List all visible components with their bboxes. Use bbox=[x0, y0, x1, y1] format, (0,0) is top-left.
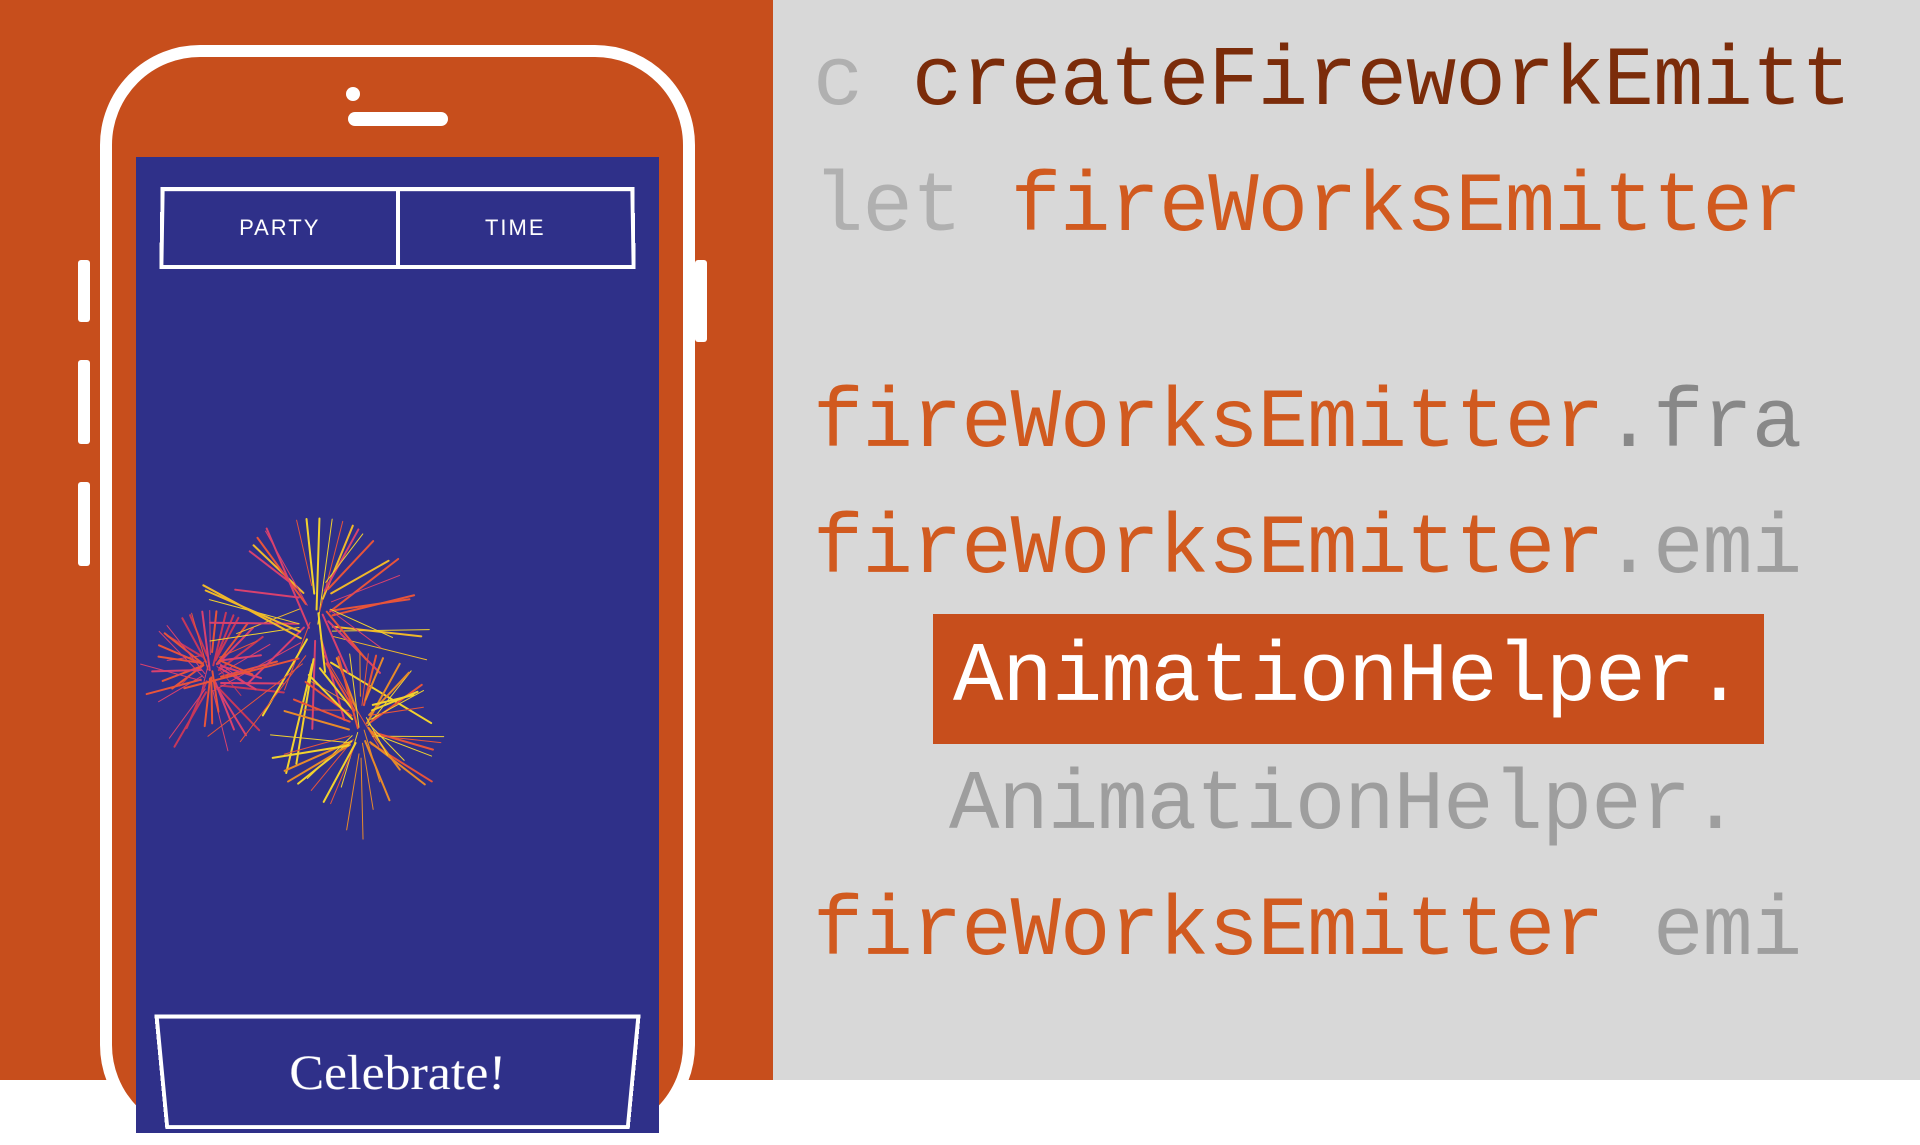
code-line-4: fireWorksEmitter.emi bbox=[813, 488, 1920, 614]
phone-frame: PARTY TIME Celebrate! bbox=[100, 45, 695, 1145]
code-line-2: let fireWorksEmitter bbox=[813, 146, 1920, 272]
code-line-1: c createFireworkEmitt bbox=[813, 20, 1920, 146]
code-line-3: fireWorksEmitter.fra bbox=[813, 362, 1920, 488]
code-token: emi bbox=[1604, 885, 1802, 980]
tab-time[interactable]: TIME bbox=[399, 191, 631, 265]
code-token: let bbox=[813, 161, 1011, 256]
volume-down bbox=[78, 482, 90, 566]
code-token: . bbox=[1690, 759, 1739, 854]
code-token: fireWorksEmitter bbox=[813, 503, 1604, 598]
celebrate-button[interactable]: Celebrate! bbox=[154, 1015, 640, 1129]
left-panel: PARTY TIME Celebrate! bbox=[0, 0, 773, 1080]
code-line-6: AnimationHelper. bbox=[813, 744, 1920, 870]
volume-up bbox=[78, 360, 90, 444]
mute-switch bbox=[78, 260, 90, 322]
code-token: fireWorksEmitter bbox=[813, 885, 1604, 980]
code-token: fireWorksEmitter bbox=[1011, 161, 1802, 256]
tab-party[interactable]: PARTY bbox=[163, 191, 399, 265]
code-token: c bbox=[813, 35, 912, 130]
phone-mockup: PARTY TIME Celebrate! bbox=[100, 45, 695, 1145]
segmented-control[interactable]: PARTY TIME bbox=[159, 187, 635, 269]
code-line-7: fireWorksEmitter emi bbox=[813, 870, 1920, 996]
phone-speaker-icon bbox=[348, 112, 448, 126]
code-token: createFireworkEmitt bbox=[912, 35, 1851, 130]
phone-side-buttons-left bbox=[78, 260, 90, 604]
code-token: fireWorksEmitter bbox=[813, 377, 1604, 472]
code-token: .fra bbox=[1604, 377, 1802, 472]
code-token: AnimationHelper bbox=[949, 759, 1690, 854]
code-line-5: AnimationHelper. bbox=[813, 614, 1920, 744]
code-highlight: AnimationHelper. bbox=[933, 614, 1764, 744]
code-panel: c createFireworkEmitt let fireWorksEmitt… bbox=[773, 0, 1920, 1080]
power-button bbox=[695, 260, 707, 342]
phone-camera-icon bbox=[346, 87, 360, 101]
code-token: .emi bbox=[1604, 503, 1802, 598]
phone-screen: PARTY TIME Celebrate! bbox=[136, 157, 659, 1133]
fireworks-canvas bbox=[160, 309, 635, 993]
